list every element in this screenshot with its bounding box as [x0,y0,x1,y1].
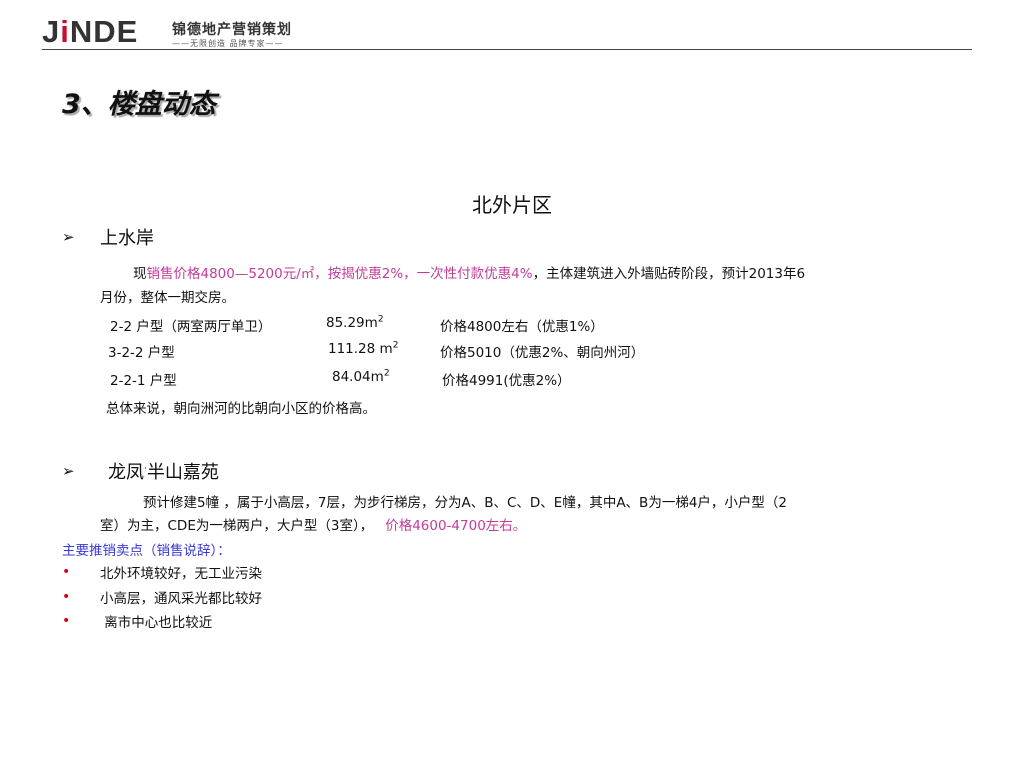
unit-price: 价格4800左右（优惠1%） [440,319,604,335]
project-name: 上水岸 [100,228,154,249]
project2-description-line2: 室）为主，CDE为一梯两户，大户型（3室）， 价格4600-4700左右。 [100,518,527,534]
logo-chinese-name: 锦德地产营销策划 [172,22,292,38]
price-highlight: 销售价格4800—5200元/㎡，按揭优惠2%，一次性付款优惠4% [146,266,533,282]
unit-type: 2-2-1 户型 [110,373,177,389]
unit-price: 价格4991(优惠2%） [442,373,571,389]
bullet-icon: • [62,613,71,629]
arrow-bullet-icon: ➢ [62,228,75,246]
unit-price: 价格5010（优惠2%、朝向州河） [440,345,645,361]
header-divider [42,49,972,50]
unit-area: 84.04m2 [332,368,390,385]
unit-area: 85.29m2 [326,314,384,331]
desc-rest: ，主体建筑进入外墙贴砖阶段，预计2013年6 [532,266,806,282]
project-name: 龙凤·半山嘉苑 [108,462,219,483]
desc-prefix: 现 [133,266,147,282]
logo-mark: JiNDE [42,14,139,49]
bullet-icon: • [62,589,71,605]
project2-description-line1: 预计修建5幢 ，属于小高层，7层，为步行梯房，分为A、B、C、D、E幢，其中A、… [143,495,787,511]
unit-type: 2-2 户型（两室两厅单卫） [110,319,272,335]
unit-area: 111.28 m2 [328,340,399,357]
unit-type: 3-2-2 户型 [108,345,175,361]
slide-title: 3、楼盘动态 [62,89,216,120]
unit-row: 3-2-2 户型 [108,341,175,361]
arrow-bullet-icon: ➢ [62,462,75,480]
unit-row: 2-2 户型（两室两厅单卫） [110,315,271,335]
project-description-line1: 现销售价格4800—5200元/㎡，按揭优惠2%，一次性付款优惠4%，主体建筑进… [133,262,805,286]
logo-slogan: ——无限创造 品牌专家—— [172,39,284,48]
section-heading: 北外片区 [472,193,552,217]
unit-row: 2-2-1 户型 [110,369,177,389]
price-highlight: 价格4600-4700左右。 [385,518,527,534]
project-description-line2: 月份，整体一期交房。 [100,290,235,306]
summary-text: 总体来说，朝向洲河的比朝向小区的价格高。 [106,401,376,417]
list-item: 小高层，通风采光都比较好 [100,591,262,607]
selling-points-label: 主要推销卖点（销售说辞）： [62,543,231,559]
bullet-icon: • [62,564,71,580]
list-item: 北外环境较好，无工业污染 [100,566,262,582]
list-item: 离市中心也比较近 [100,615,213,631]
